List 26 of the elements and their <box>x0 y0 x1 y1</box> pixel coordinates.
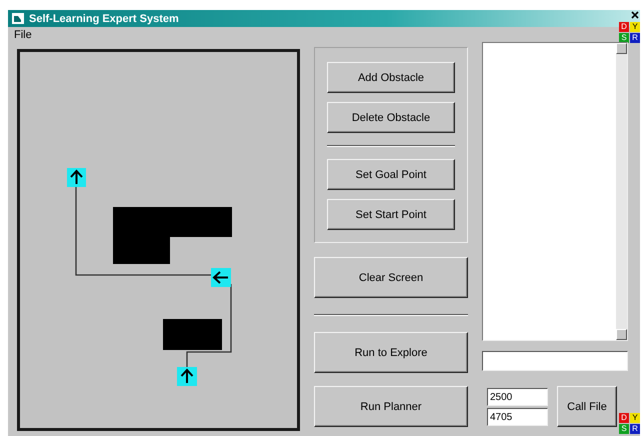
number-field[interactable]: 2500 <box>487 388 548 406</box>
obstacle <box>163 319 222 350</box>
letter-badge[interactable]: R <box>630 424 640 434</box>
text-field[interactable] <box>482 351 628 371</box>
obstacle-button[interactable]: Delete Obstacle <box>327 102 455 133</box>
letter-badge[interactable]: Y <box>630 413 640 423</box>
up-arrow-icon <box>67 168 86 187</box>
point-button[interactable]: Set Goal Point <box>327 159 455 190</box>
left-arrow-icon <box>211 268 231 287</box>
letter-badge[interactable]: D <box>619 22 629 32</box>
letter-badge[interactable]: Y <box>630 22 640 32</box>
call-file-button[interactable]: Call File <box>557 386 617 427</box>
letter-badge[interactable]: R <box>630 33 640 43</box>
menu-item[interactable]: File <box>14 29 32 41</box>
app-icon <box>12 13 24 24</box>
point-button[interactable]: Set Start Point <box>327 199 455 230</box>
number-field[interactable]: 4705 <box>487 408 548 426</box>
window-title: Self-Learning Expert System <box>29 12 179 24</box>
scrollbar[interactable] <box>616 43 627 340</box>
close-icon[interactable] <box>631 11 639 19</box>
letter-badge[interactable]: D <box>619 413 629 423</box>
run-button[interactable]: Run Planner <box>314 386 468 427</box>
obstacle-button[interactable]: Add Obstacle <box>327 62 455 93</box>
run-button[interactable]: Run to Explore <box>314 332 468 373</box>
map-canvas[interactable] <box>17 49 300 431</box>
clear-screen-button[interactable]: Clear Screen <box>314 257 468 298</box>
